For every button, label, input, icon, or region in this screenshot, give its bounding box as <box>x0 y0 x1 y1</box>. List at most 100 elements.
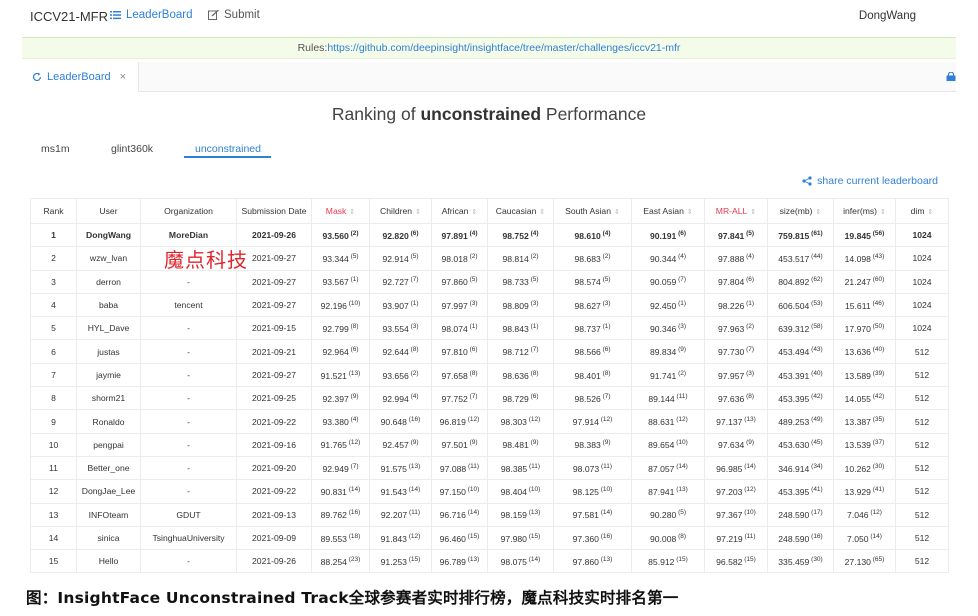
table-cell: 2021-09-16 <box>236 432 312 457</box>
cell-rank: (35) <box>870 416 885 424</box>
column-header[interactable]: Children ⇕ <box>369 198 432 224</box>
column-header[interactable]: size(mb) ⇕ <box>767 198 834 224</box>
cell-value: 13.929 <box>844 486 871 497</box>
cell-rank: (5) <box>528 276 539 284</box>
table-cell: 2021-09-25 <box>236 386 312 411</box>
column-header[interactable]: dim ⇕ <box>895 198 949 224</box>
cell-rank: (6) <box>408 229 419 237</box>
cell-rank: (13) <box>526 509 541 517</box>
table-cell: 9 <box>30 409 77 434</box>
lock-icon[interactable] <box>946 72 956 81</box>
table-cell: 97.810 (6) <box>431 339 488 364</box>
cell-value: 93.380 <box>322 416 349 427</box>
cell-rank: (12) <box>465 416 480 424</box>
cell-value: 97.752 <box>441 393 468 404</box>
table-cell: 27.130 (65) <box>833 549 896 574</box>
cell-value: 98.843 <box>502 323 529 334</box>
table-cell: 89.144 (11) <box>631 386 705 411</box>
table-cell: 92.207 (11) <box>369 502 432 527</box>
cell-value: 97.860 <box>441 277 468 288</box>
tab-leaderboard[interactable]: LeaderBoard × <box>22 62 140 92</box>
cell-value: 90.346 <box>649 323 677 334</box>
cell-value: 90.008 <box>649 533 677 544</box>
column-header-label: dim <box>910 206 925 216</box>
sort-icon[interactable]: ⇕ <box>539 209 545 216</box>
sort-icon[interactable]: ⇕ <box>927 209 933 216</box>
brand-title[interactable]: ICCV21-MFR <box>30 9 108 24</box>
column-header[interactable]: African ⇕ <box>431 198 488 224</box>
top-navbar: ICCV21-MFR LeaderBoard Submit DongWang <box>0 0 978 34</box>
tab-ms1m[interactable]: ms1m <box>41 143 70 155</box>
cell-value: 453.395 <box>778 486 810 497</box>
sort-icon[interactable]: ⇕ <box>687 209 693 216</box>
cell-value: 453.494 <box>778 347 810 358</box>
column-header-label: Submission Date <box>241 206 307 216</box>
column-header[interactable]: East Asian ⇕ <box>631 198 705 224</box>
rules-link[interactable]: https://github.com/deepinsight/insightfa… <box>327 42 680 54</box>
sort-icon[interactable]: ⇕ <box>471 209 477 216</box>
cell-value: 2021-09-25 <box>252 393 296 404</box>
nav-submit-link[interactable]: Submit <box>208 9 260 21</box>
table-cell: 248.590 (17) <box>767 502 834 527</box>
cell-rank: (14) <box>742 462 756 470</box>
sort-icon[interactable]: ⇕ <box>614 209 620 216</box>
cell-value: 2021-09-20 <box>252 463 296 474</box>
table-cell: sinica <box>76 525 141 551</box>
cell-value: 97.804 <box>717 277 745 288</box>
cell-rank: (10) <box>346 299 361 307</box>
cell-value: 91.543 <box>380 486 407 497</box>
column-header[interactable]: Caucasian ⇕ <box>487 198 554 224</box>
sort-icon[interactable]: ⇕ <box>349 209 355 216</box>
nav-leaderboard-link[interactable]: LeaderBoard <box>110 9 193 21</box>
table-cell: - <box>140 549 237 574</box>
sort-icon[interactable]: ⇕ <box>880 209 886 216</box>
cell-value: 2021-09-15 <box>252 323 296 334</box>
column-header[interactable]: infer(ms) ⇕ <box>833 198 896 224</box>
page-tab-bar: LeaderBoard × <box>22 62 956 92</box>
sort-icon[interactable]: ⇕ <box>816 209 822 216</box>
cell-value: 2021-09-22 <box>252 416 296 427</box>
tab-unconstrained[interactable]: unconstrained <box>195 143 261 155</box>
table-cell: 97.804 (6) <box>704 269 768 294</box>
cell-value: 93.560 <box>322 230 349 241</box>
cell-value: GDUT <box>176 509 201 520</box>
column-header[interactable]: Mask ⇕ <box>311 198 370 224</box>
cell-value: 12 <box>48 486 59 497</box>
refresh-icon <box>32 72 42 82</box>
column-header[interactable]: South Asian ⇕ <box>553 198 632 224</box>
table-cell: 92.820 (6) <box>369 222 432 248</box>
cell-value: 98.303 <box>500 416 527 427</box>
table-cell: 98.385 (11) <box>487 455 554 481</box>
cell-rank: (12) <box>598 416 613 424</box>
cell-value: 97.137 <box>716 416 743 427</box>
share-leaderboard-link[interactable]: share current leaderboard <box>802 175 938 187</box>
cell-value: 98.125 <box>572 486 599 497</box>
cell-rank: (6) <box>600 346 611 354</box>
table-cell: 98.303 (12) <box>487 409 554 434</box>
cell-value: shorm21 <box>91 393 126 404</box>
cell-value: 97.957 <box>717 370 745 381</box>
cell-value: 90.344 <box>649 253 677 264</box>
cell-rank: (46) <box>870 299 885 307</box>
table-cell: Hello <box>76 549 141 574</box>
cell-value: 2021-09-26 <box>252 556 296 567</box>
close-icon[interactable]: × <box>120 71 126 83</box>
cell-value: 90.191 <box>649 230 677 241</box>
cell-value: 512 <box>914 416 930 427</box>
cell-value: 9 <box>51 416 56 427</box>
cell-rank: (23) <box>346 555 361 563</box>
cell-value: 1024 <box>912 276 932 287</box>
user-menu[interactable]: DongWang <box>859 10 916 22</box>
table-cell: 13.636 (40) <box>833 339 896 364</box>
sort-icon[interactable]: ⇕ <box>415 209 421 216</box>
cell-rank: (11) <box>674 392 688 400</box>
active-tab-indicator <box>184 156 271 158</box>
sort-icon[interactable]: ⇕ <box>750 209 756 216</box>
table-body: 1 DongWang MoreDian 2021-09-26 93.560 (2) 92.… <box>30 222 949 574</box>
column-header[interactable]: MR-ALL ⇕ <box>704 198 768 224</box>
cell-value: 92.457 <box>382 440 409 451</box>
cell-value: 96.582 <box>716 556 743 567</box>
column-header-label: East Asian <box>643 206 684 216</box>
table-cell: 13 <box>30 502 77 527</box>
tab-glint360k[interactable]: glint360k <box>111 143 153 155</box>
